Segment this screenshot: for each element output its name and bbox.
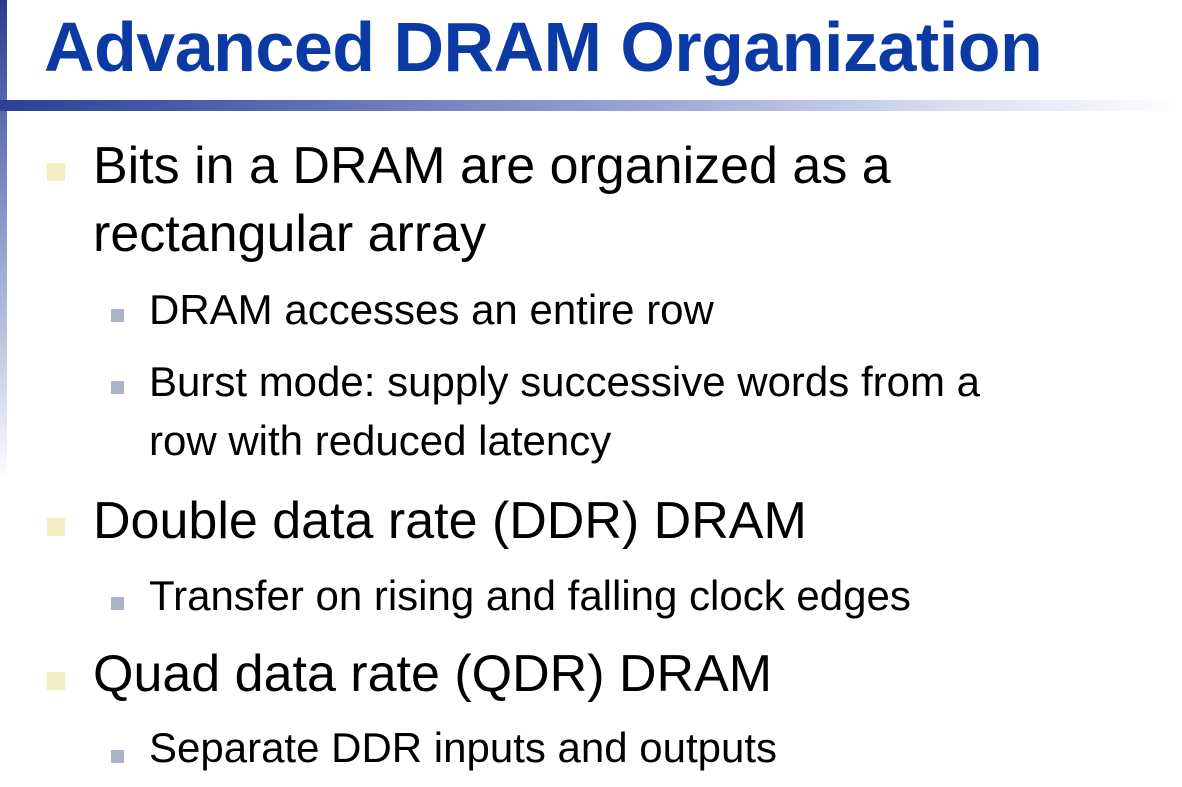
sub-bullet-text-line: Separate DDR inputs and outputs <box>149 724 778 771</box>
bullet-text-line: Quad data rate (QDR) DRAM <box>93 645 773 703</box>
sub-bullet-text-line: Burst mode: supply successive words from… <box>149 358 980 405</box>
bullet-marker <box>47 672 65 690</box>
slide-title: Advanced DRAM Organization <box>44 8 1043 86</box>
bullet-text-line: Bits in a DRAM are organized as a <box>93 137 891 195</box>
sub-bullet-marker <box>111 597 124 610</box>
slide: Advanced DRAM Organization Bits in a DRA… <box>0 0 1182 787</box>
sub-bullet-text-line: Transfer on rising and falling clock edg… <box>149 572 911 619</box>
bullet-text-line: rectangular array <box>93 205 487 263</box>
sub-bullet-marker <box>111 309 124 322</box>
sub-bullet-text-line: row with reduced latency <box>149 417 612 464</box>
bullet-marker <box>47 518 65 536</box>
sub-bullet-marker <box>111 381 124 394</box>
bullet-text-line: Double data rate (DDR) DRAM <box>93 492 807 550</box>
sub-bullet-text-line: DRAM accesses an entire row <box>149 286 714 333</box>
title-underline-rule <box>0 100 1182 111</box>
bullet-marker <box>47 163 65 181</box>
sub-bullet-marker <box>111 750 124 763</box>
left-accent-rule <box>0 0 7 480</box>
